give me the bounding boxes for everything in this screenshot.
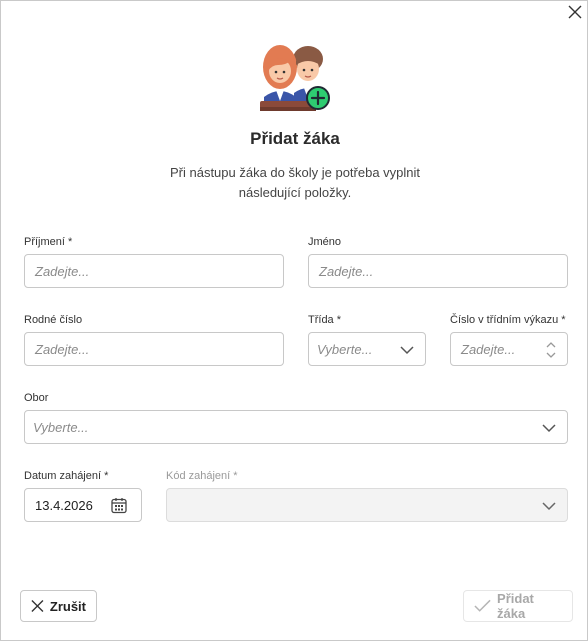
prijmeni-placeholder: Zadejte... — [35, 263, 90, 279]
cancel-button-label: Zrušit — [49, 598, 86, 614]
trida-select[interactable]: Vyberte... — [308, 332, 426, 366]
chevron-down-icon — [542, 424, 556, 433]
kod-zahajeni-label: Kód zahájení * — [166, 470, 238, 482]
close-icon[interactable] — [567, 4, 583, 20]
trida-placeholder: Vyberte... — [317, 341, 373, 357]
add-student-dialog: Přidat žáka Při nástupu žáka do školy je… — [0, 0, 588, 641]
cislo-vykazu-label: Číslo v třídním výkazu * — [450, 314, 566, 326]
jmeno-placeholder: Zadejte... — [319, 263, 374, 279]
check-icon — [474, 599, 491, 612]
datum-zahajeni-value: 13.4.2026 — [35, 497, 93, 513]
obor-select[interactable]: Vyberte... — [24, 410, 568, 444]
kod-zahajeni-select[interactable] — [166, 488, 568, 522]
obor-label: Obor — [24, 392, 49, 404]
prijmeni-input[interactable]: Zadejte... — [24, 254, 284, 288]
prijmeni-label: Příjmení * — [24, 236, 73, 248]
dialog-subtitle: Při nástupu žáka do školy je potřeba vyp… — [169, 165, 421, 200]
datum-zahajeni-label: Datum zahájení * — [24, 470, 109, 482]
add-student-button[interactable]: Přidat žáka — [463, 590, 573, 622]
number-stepper-icon[interactable] — [545, 338, 557, 362]
trida-label: Třída * — [308, 314, 342, 326]
cislo-vykazu-placeholder: Zadejte... — [461, 341, 516, 357]
chevron-down-icon — [542, 502, 556, 511]
students-add-illustration — [256, 43, 334, 113]
cislo-vykazu-input[interactable]: Zadejte... — [450, 332, 568, 366]
datum-zahajeni-input[interactable]: 13.4.2026 — [24, 488, 142, 522]
jmeno-label: Jméno — [308, 236, 342, 248]
cancel-button[interactable]: Zrušit — [20, 590, 97, 622]
add-student-button-label: Přidat žáka — [497, 591, 534, 621]
calendar-icon[interactable] — [111, 497, 127, 514]
rodne-cislo-placeholder: Zadejte... — [35, 341, 90, 357]
dialog-title: Přidat žáka — [250, 129, 340, 148]
rodne-cislo-input[interactable]: Zadejte... — [24, 332, 284, 366]
jmeno-input[interactable]: Zadejte... — [308, 254, 568, 288]
obor-placeholder: Vyberte... — [33, 419, 89, 435]
x-icon — [31, 599, 44, 613]
chevron-down-icon — [400, 346, 414, 355]
rodne-cislo-label: Rodné číslo — [24, 314, 83, 326]
